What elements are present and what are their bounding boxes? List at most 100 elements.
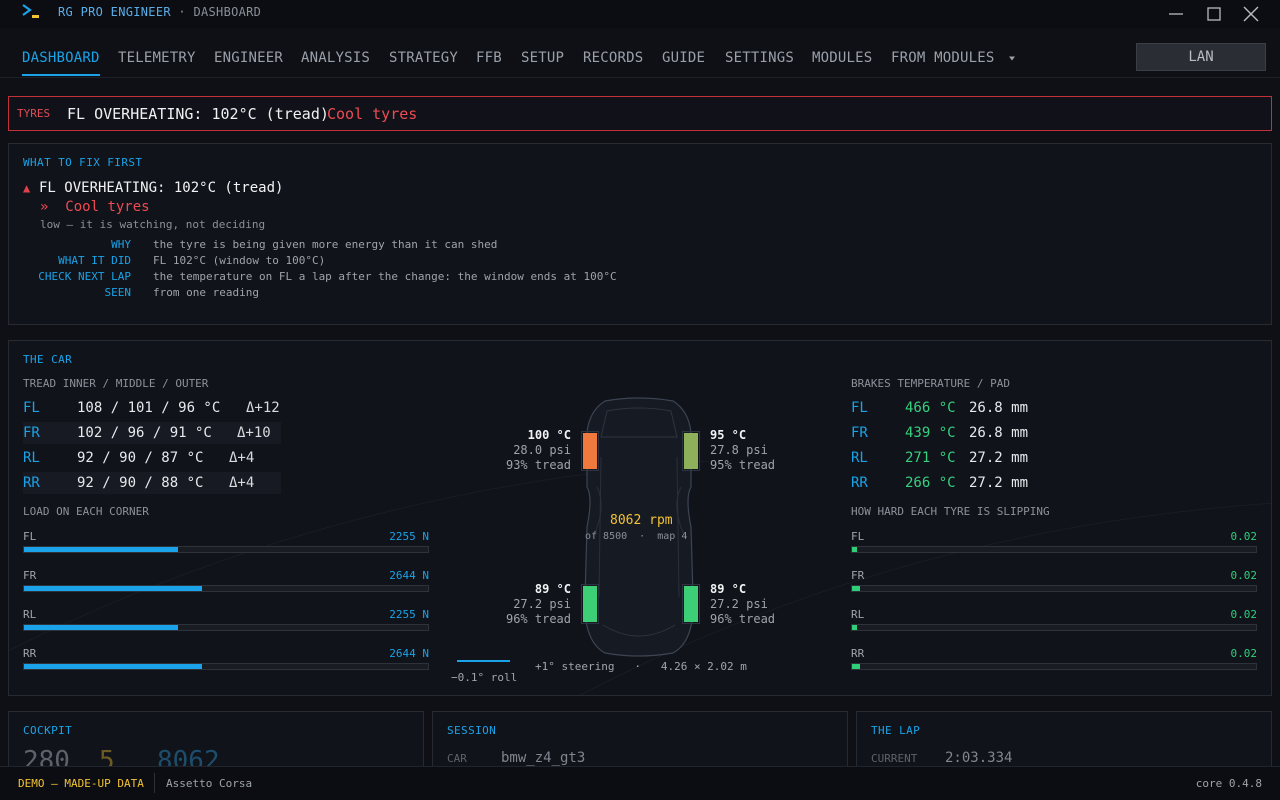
session-panel: SESSION CAR bmw_z4_gt3 bbox=[432, 711, 848, 771]
tread-row-fr: FR 102 / 96 / 91 °C Δ+10 bbox=[23, 422, 281, 444]
brakes-header: BRAKES TEMPERATURE / PAD bbox=[851, 377, 1010, 390]
brake-temp: 271 °C bbox=[905, 450, 956, 466]
tread-row-rl: RL 92 / 90 / 87 °C Δ+4 bbox=[23, 447, 281, 469]
load-row: FL 2255 N bbox=[23, 530, 429, 566]
slip-header: HOW HARD EACH TYRE IS SLIPPING bbox=[851, 505, 1050, 518]
brake-pad: 26.8 mm bbox=[969, 400, 1029, 416]
detail-value: the tyre is being given more energy than… bbox=[153, 238, 498, 251]
tab-records[interactable]: RECORDS bbox=[583, 50, 643, 66]
load-corner: RR bbox=[23, 647, 37, 660]
tab-from-modules[interactable]: FROM MODULES bbox=[891, 50, 1017, 66]
tyre-pressure: 27.8 psi bbox=[710, 443, 768, 457]
car-panel: THE CAR TREAD INNER / MIDDLE / OUTER FL … bbox=[8, 340, 1272, 696]
tab-dashboard[interactable]: DASHBOARD bbox=[22, 50, 100, 76]
tab-guide[interactable]: GUIDE bbox=[662, 50, 705, 66]
tab-analysis[interactable]: ANALYSIS bbox=[301, 50, 370, 66]
tread-values: 102 / 96 / 91 °C bbox=[77, 425, 212, 441]
brake-row: FL 466 °C 26.8 mm bbox=[851, 397, 1031, 419]
brake-row: RL 271 °C 27.2 mm bbox=[851, 447, 1031, 469]
rpm-readout: 8062 rpm bbox=[610, 513, 673, 528]
tab-modules[interactable]: MODULES bbox=[812, 50, 872, 66]
tyre-readout-rr: 89 °C 27.2 psi 96% tread bbox=[710, 582, 810, 627]
window-title: RG PRO ENGINEER · DASHBOARD bbox=[58, 5, 261, 19]
brake-temp: 439 °C bbox=[905, 425, 956, 441]
maximize-icon[interactable] bbox=[1202, 3, 1226, 25]
lan-button[interactable]: LAN bbox=[1136, 43, 1266, 71]
slip-corner: RR bbox=[851, 647, 865, 660]
corner-label: RL bbox=[851, 450, 868, 466]
panel-title: SESSION bbox=[447, 724, 497, 737]
app-logo-icon bbox=[22, 4, 39, 18]
tyre-fr-block bbox=[682, 431, 700, 471]
load-value: 2255 N bbox=[389, 608, 429, 621]
load-corner: FR bbox=[23, 569, 37, 582]
detail-key: SEEN bbox=[104, 286, 132, 299]
alert-tag: TYRES bbox=[17, 107, 51, 120]
tyre-tread: 96% tread bbox=[505, 612, 571, 626]
tread-delta: Δ+12 bbox=[246, 400, 280, 416]
slip-row: FL 0.02 bbox=[851, 530, 1257, 566]
slip-corner: FR bbox=[851, 569, 865, 582]
detail-row: WHAT IT DID FL 102°C (window to 100°C) bbox=[9, 254, 1209, 270]
tyre-rl-block bbox=[581, 584, 599, 624]
session-car-value: bmw_z4_gt3 bbox=[501, 750, 586, 766]
cockpit-panel: COCKPIT 280 5 8062 bbox=[8, 711, 424, 771]
roll-readout: −0.1° roll bbox=[451, 671, 518, 684]
close-icon[interactable] bbox=[1239, 3, 1263, 25]
main-nav: DASHBOARD TELEMETRY ENGINEER ANALYSIS ST… bbox=[0, 40, 1280, 78]
slip-bar-fill bbox=[852, 664, 861, 669]
game-name: Assetto Corsa bbox=[166, 777, 253, 790]
minimize-icon[interactable] bbox=[1164, 3, 1188, 25]
load-value: 2644 N bbox=[389, 647, 429, 660]
slip-corner: RL bbox=[851, 608, 865, 621]
panel-title: THE LAP bbox=[871, 724, 921, 737]
detail-value: the temperature on FL a lap after the ch… bbox=[153, 270, 617, 283]
slip-row: RR 0.02 bbox=[851, 647, 1257, 683]
tyre-tread: 95% tread bbox=[710, 458, 776, 472]
tyre-tread: 96% tread bbox=[710, 612, 776, 626]
corner-label: FR bbox=[23, 425, 40, 441]
slip-bar bbox=[851, 624, 1257, 631]
panel-title: COCKPIT bbox=[23, 724, 73, 737]
load-corner: FL bbox=[23, 530, 37, 543]
tab-engineer[interactable]: ENGINEER bbox=[214, 50, 283, 66]
roll-indicator bbox=[457, 660, 510, 662]
load-bar bbox=[23, 546, 429, 553]
warning-triangle-icon: ▲ bbox=[23, 181, 31, 195]
load-bar-fill bbox=[24, 586, 202, 591]
load-bar bbox=[23, 663, 429, 670]
window-view-name: DASHBOARD bbox=[193, 5, 262, 19]
tread-values: 92 / 90 / 87 °C bbox=[77, 450, 204, 466]
slip-bar bbox=[851, 546, 1257, 553]
tyre-readout-fr: 95 °C 27.8 psi 95% tread bbox=[710, 428, 810, 473]
fix-confidence: low — it is watching, not deciding bbox=[40, 218, 266, 231]
tab-telemetry[interactable]: TELEMETRY bbox=[118, 50, 196, 66]
tab-ffb[interactable]: FFB bbox=[476, 50, 502, 66]
lap-panel: THE LAP CURRENT 2:03.334 bbox=[856, 711, 1272, 771]
slip-bar bbox=[851, 585, 1257, 592]
slip-row: RL 0.02 bbox=[851, 608, 1257, 644]
tyre-alert-bar: TYRES FL OVERHEATING: 102°C (tread) Cool… bbox=[8, 96, 1272, 131]
tyre-pressure: 28.0 psi bbox=[513, 443, 571, 457]
core-version: core 0.4.8 bbox=[1195, 777, 1262, 790]
tab-strategy[interactable]: STRATEGY bbox=[389, 50, 458, 66]
tab-settings[interactable]: SETTINGS bbox=[725, 50, 794, 66]
load-corner: RL bbox=[23, 608, 37, 621]
tab-from-modules-label: FROM MODULES bbox=[891, 50, 995, 66]
fix-headline: FL OVERHEATING: 102°C (tread) bbox=[39, 180, 284, 196]
brake-row: FR 439 °C 26.8 mm bbox=[851, 422, 1031, 444]
slip-value: 0.02 bbox=[1230, 569, 1258, 582]
load-row: RR 2644 N bbox=[23, 647, 429, 683]
lap-current-key: CURRENT bbox=[871, 752, 918, 765]
alert-action: Cool tyres bbox=[327, 105, 418, 123]
slip-value: 0.02 bbox=[1230, 530, 1258, 543]
load-row: FR 2644 N bbox=[23, 569, 429, 605]
demo-badge: DEMO — MADE-UP DATA bbox=[18, 777, 144, 790]
tab-setup[interactable]: SETUP bbox=[521, 50, 564, 66]
brake-row: RR 266 °C 27.2 mm bbox=[851, 472, 1031, 494]
tyre-rr-block bbox=[682, 584, 700, 624]
tyre-rl-fill bbox=[583, 586, 597, 622]
tread-values: 108 / 101 / 96 °C bbox=[77, 400, 221, 416]
fix-action: » Cool tyres bbox=[40, 199, 150, 215]
detail-key: CHECK NEXT LAP bbox=[38, 270, 131, 283]
